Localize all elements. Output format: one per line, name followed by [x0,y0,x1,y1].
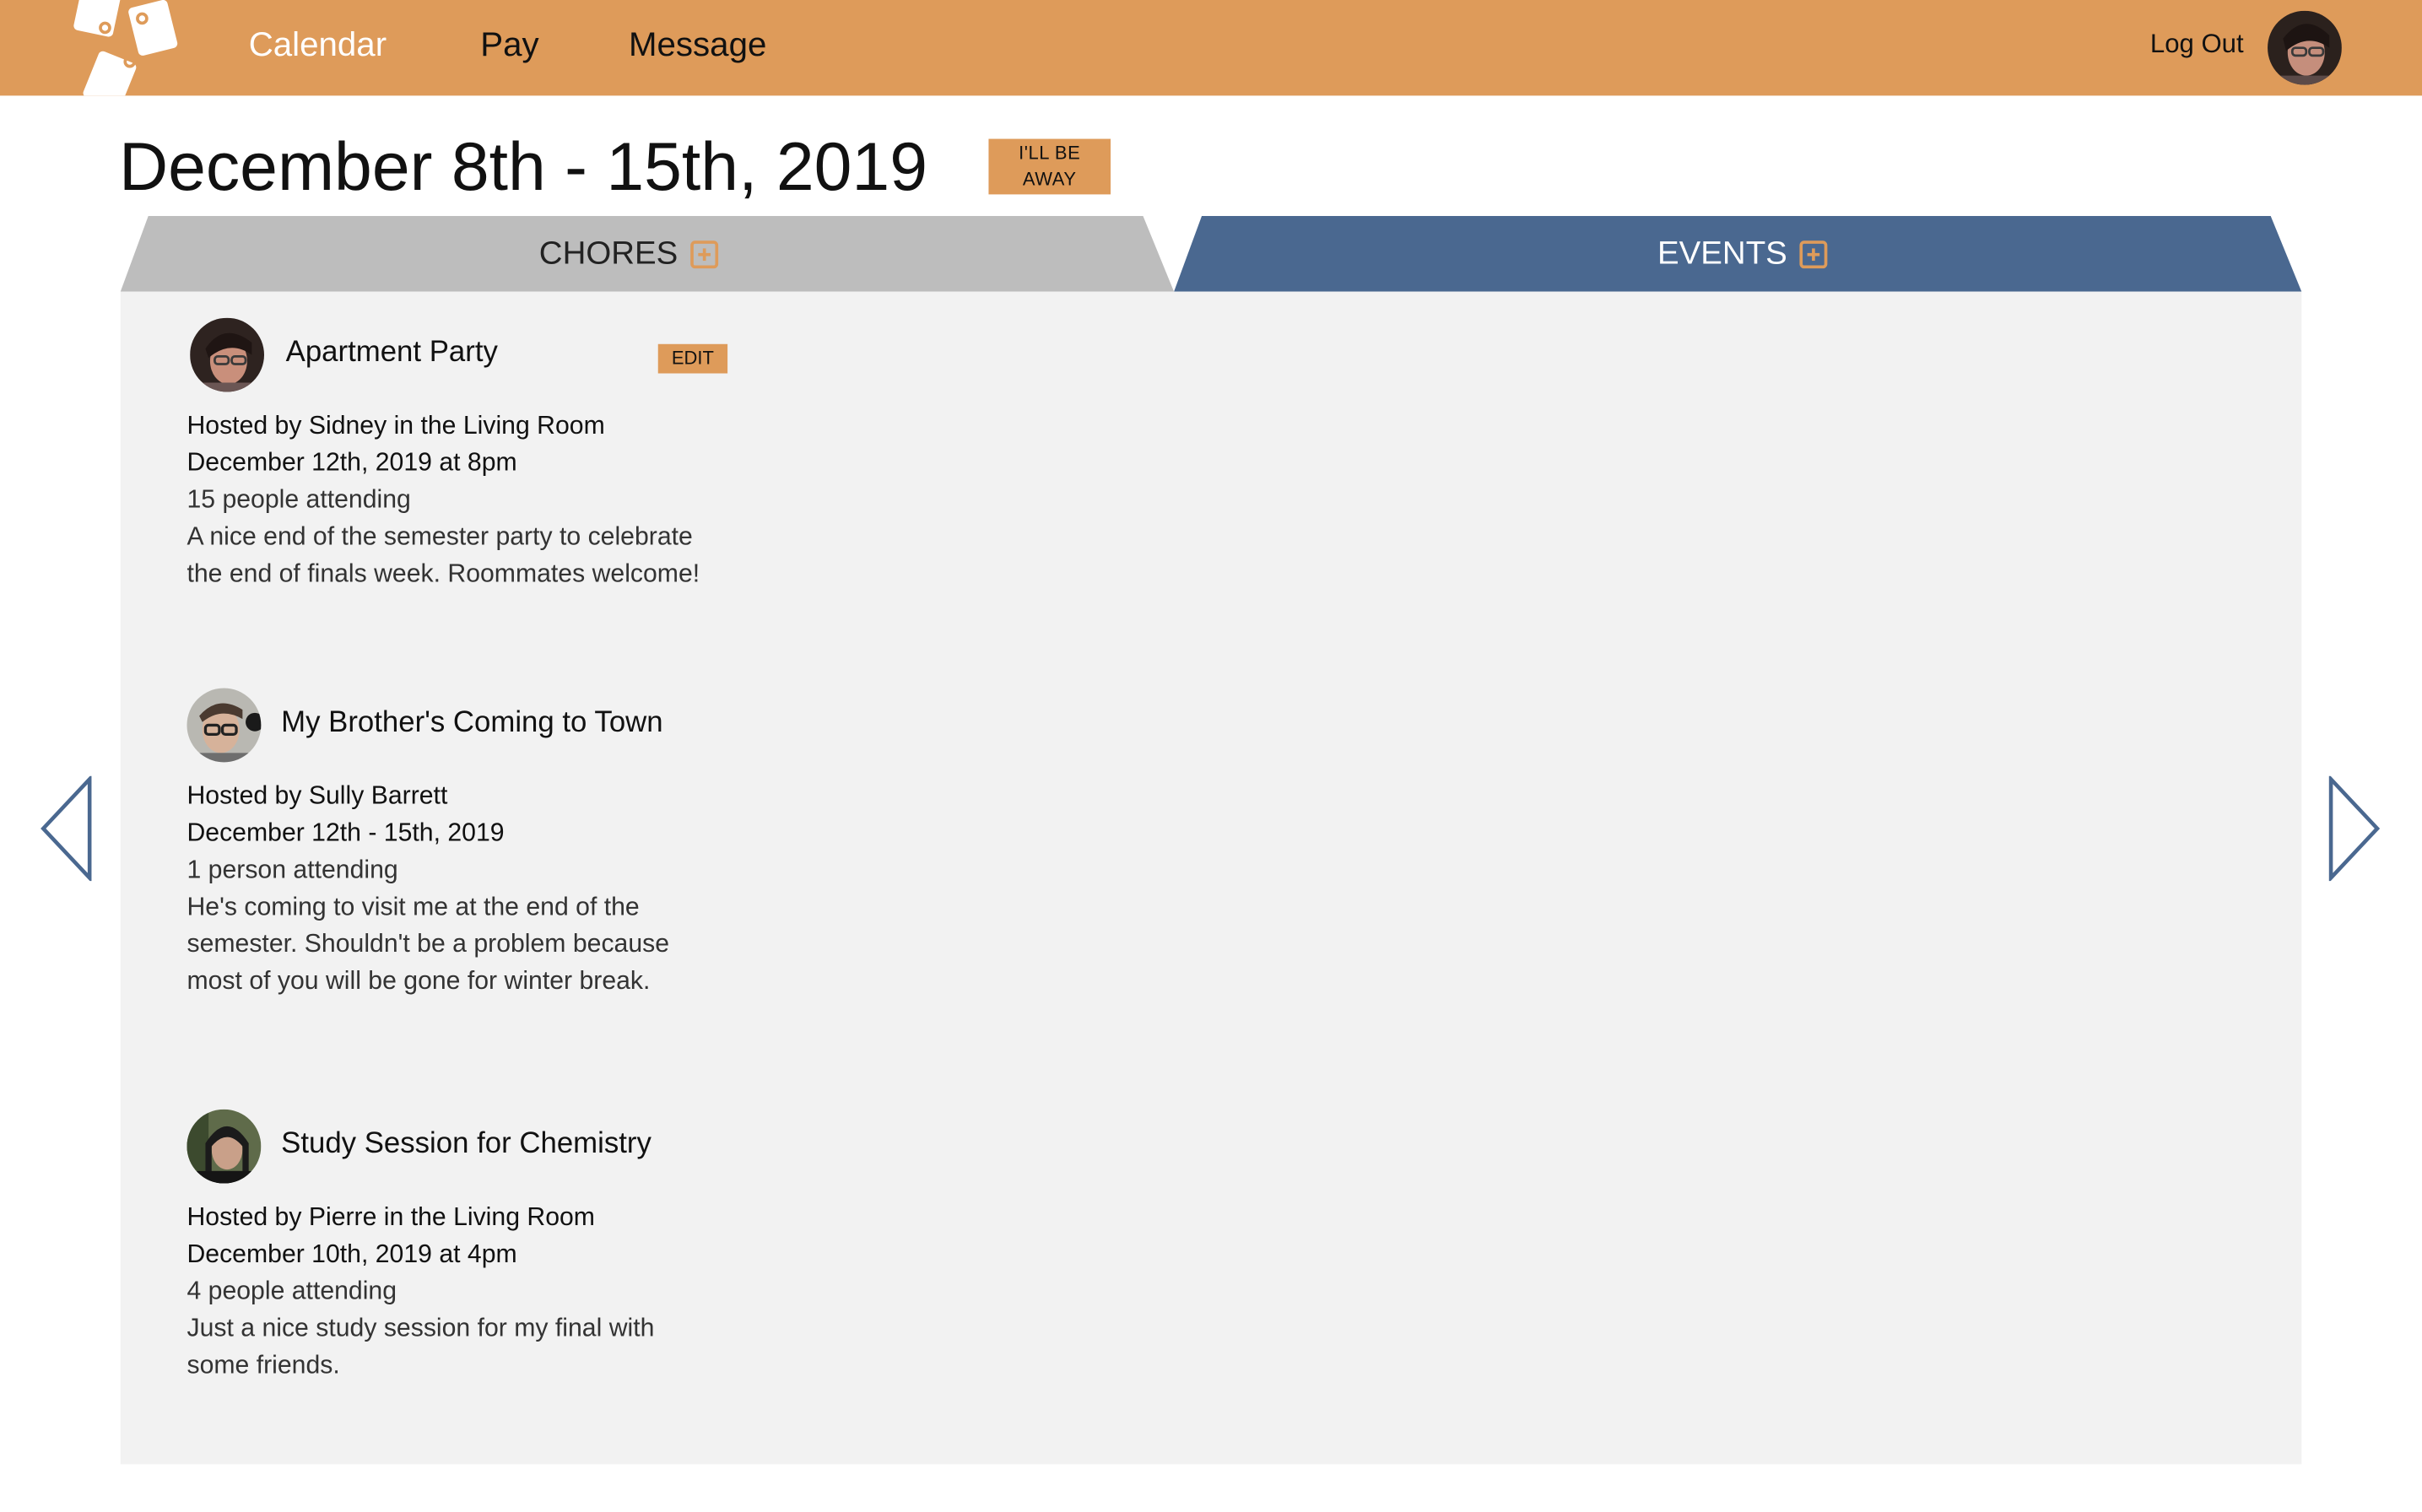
event-date: December 12th - 15th, 2019 [187,818,505,847]
event-host: Hosted by Pierre in the Living Room [187,1203,595,1232]
event-host-avatar [187,688,262,763]
event-host: Hosted by Sidney in the Living Room [187,412,605,440]
chevron-left-icon[interactable] [39,775,95,882]
event-date: December 10th, 2019 at 4pm [187,1240,517,1269]
app-logo-icon[interactable] [68,0,182,96]
page-title: December 8th - 15th, 2019 [118,129,928,206]
away-button-label: I'LL BE AWAY [1019,142,1081,190]
event-description: He's coming to visit me at the end of th… [187,893,670,996]
event-title: Study Session for Chemistry [281,1127,651,1161]
event-host: Hosted by Sully Barrett [187,782,448,811]
add-chore-icon[interactable] [689,240,718,269]
edit-event-button[interactable]: EDIT [657,343,728,374]
event-attendance: 4 people attending [187,1277,397,1305]
away-button[interactable]: I'LL BE AWAY [988,138,1111,195]
event-description: A nice end of the semester party to cele… [187,522,700,588]
chevron-right-icon[interactable] [2327,775,2382,882]
tab-events[interactable]: EVENTS [1657,231,1828,278]
event-host-avatar [190,317,264,392]
event-attendance: 15 people attending [187,486,411,514]
tab-chores[interactable]: CHORES [539,231,718,278]
tab-chores-label: CHORES [538,235,678,272]
nav-pay[interactable]: Pay [480,22,538,68]
event-title: My Brother's Coming to Town [281,706,663,739]
event-details: Hosted by Pierre in the Living Room Dece… [187,1199,774,1384]
tab-shapes [120,216,2302,292]
event-date: December 12th, 2019 at 8pm [187,449,517,478]
nav-calendar[interactable]: Calendar [249,22,387,68]
event-details: Hosted by Sully Barrett December 12th - … [187,778,774,1000]
event-attendance: 1 person attending [187,856,398,884]
event-details: Hosted by Sidney in the Living Room Dece… [187,408,774,592]
user-avatar[interactable] [2268,10,2342,85]
event-description: Just a nice study session for my final w… [187,1314,655,1380]
tab-events-label: EVENTS [1657,235,1787,272]
event-host-avatar [187,1109,262,1184]
logout-link[interactable]: Log Out [2150,26,2244,63]
app-stage: Calendar Pay Message Log Out December 8t… [0,0,2422,1512]
add-event-icon[interactable] [1799,240,1828,269]
top-navigation-bar: Calendar Pay Message Log Out [0,0,2422,96]
event-title: Apartment Party [285,336,498,370]
nav-message[interactable]: Message [629,22,766,68]
